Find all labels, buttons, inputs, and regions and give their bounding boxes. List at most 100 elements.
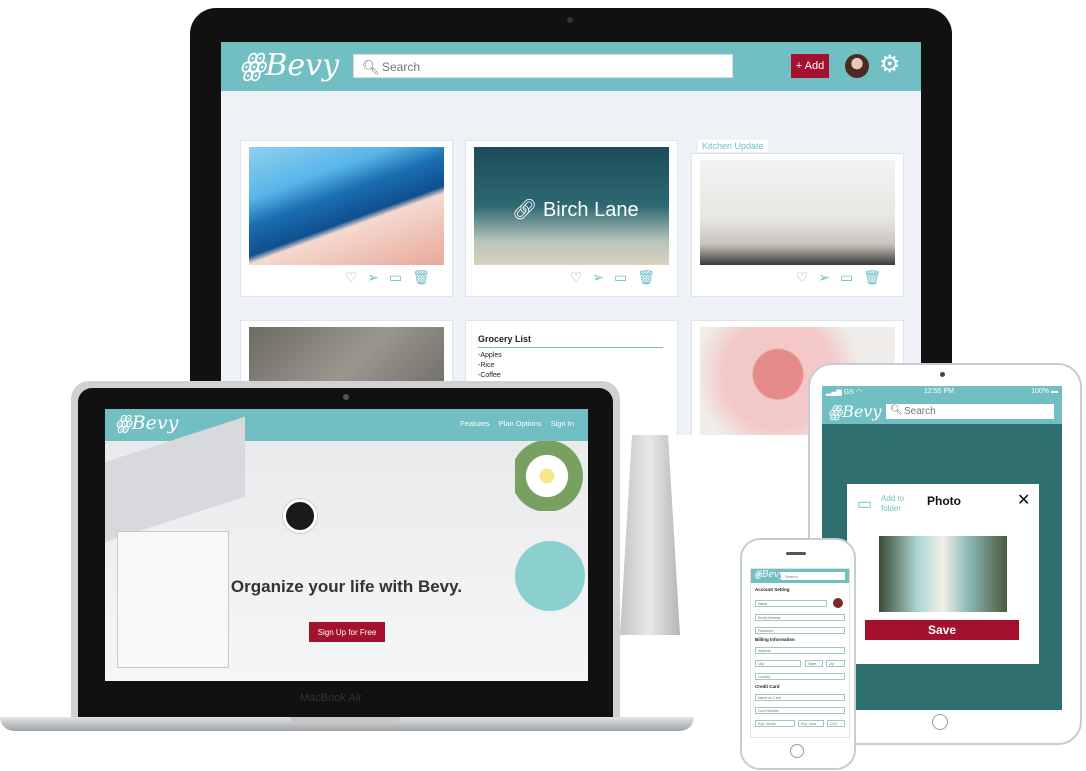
iphone-home-button[interactable] <box>790 744 804 758</box>
folder-icon[interactable]: ▭ <box>389 269 412 285</box>
nav-plan-options[interactable]: Plan Options <box>499 419 542 428</box>
search-input[interactable] <box>785 572 843 580</box>
hero-coffee-decor <box>283 499 317 533</box>
add-folder-icon[interactable]: ▭ <box>857 494 872 514</box>
bevy-logo-icon: ꙮ <box>754 570 762 580</box>
gear-icon[interactable]: ⚙ <box>879 52 901 78</box>
photo-modal: ▭ Add to folder Photo ✕ Save <box>847 484 1039 664</box>
city-field[interactable] <box>755 660 801 667</box>
account-heading: Account Setting <box>755 587 790 592</box>
status-bar: ▂▄▆ GS ◠ 12:55 PM 100% ▬ <box>822 386 1062 398</box>
macbook-notch <box>290 717 400 723</box>
address-field[interactable] <box>755 647 845 654</box>
hero-notebook-decor <box>117 531 229 668</box>
save-button[interactable]: Save <box>865 620 1019 640</box>
card-photo <box>700 160 895 265</box>
card-photo: 🔗︎ Birch Lane <box>474 147 669 265</box>
device-brand-label: MacBook Air <box>300 692 362 704</box>
imac-app-header: ꙮBevy 🔍︎ + Add ⚙ <box>221 42 921 91</box>
modal-title: Photo <box>927 494 961 508</box>
card-title: 🔗︎ Birch Lane <box>512 199 639 221</box>
hero-image: Organize your life with Bevy. Sign Up fo… <box>105 416 588 681</box>
modal-photo <box>879 536 1007 612</box>
billing-heading: Billing Information <box>755 637 795 642</box>
card-actions: ♡➢▭🗑︎ <box>796 269 891 286</box>
send-icon[interactable]: ➢ <box>367 269 389 285</box>
email-field[interactable] <box>755 614 845 621</box>
grocery-title: Grocery List <box>478 334 532 344</box>
bevy-logo-icon: ꙮ <box>828 402 843 421</box>
exp-month-field[interactable] <box>755 720 795 727</box>
bevy-logo[interactable]: ꙮBevy <box>115 412 178 434</box>
exp-year-field[interactable] <box>798 720 824 727</box>
name-on-card-field[interactable] <box>755 694 845 701</box>
zip-field[interactable] <box>826 660 845 667</box>
avatar[interactable] <box>833 598 843 608</box>
close-icon[interactable]: ✕ <box>1017 490 1030 510</box>
hero-teapot-decor <box>515 541 585 611</box>
bevy-logo[interactable]: ꙮBevy <box>239 48 339 83</box>
card-kitchen[interactable]: ♡➢▭🗑︎ <box>691 153 904 297</box>
hero-headline: Organize your life with Bevy. <box>230 577 463 596</box>
iphone-speaker <box>786 552 806 555</box>
add-button[interactable]: + Add <box>791 54 829 78</box>
bevy-logo[interactable]: ꙮBevy <box>828 402 881 421</box>
search-icon: 🔍︎ <box>362 59 380 75</box>
ipad-app-header: ꙮBevy 🔍︎ <box>822 398 1062 424</box>
battery-label: 100% ▬ <box>1031 388 1058 395</box>
card-santorini[interactable]: ♡➢▭🗑︎ <box>240 140 453 297</box>
search-icon: 🔍︎ <box>890 405 903 416</box>
add-to-folder-label[interactable]: Add to folder <box>881 494 909 514</box>
ccv-field[interactable] <box>827 720 845 727</box>
card-number-field[interactable] <box>755 707 845 714</box>
card-actions: ♡➢▭🗑︎ <box>345 269 440 286</box>
folder-icon[interactable]: ▭ <box>614 269 637 285</box>
heart-icon[interactable]: ♡ <box>796 269 819 285</box>
send-icon[interactable]: ➢ <box>818 269 840 285</box>
signal-icon: ▂▄▆ <box>826 389 842 396</box>
hero-flowers-decor <box>515 441 588 511</box>
search-box <box>781 572 845 580</box>
status-time: 12:55 PM <box>924 388 954 395</box>
avatar[interactable] <box>845 54 869 78</box>
name-field[interactable] <box>755 600 827 607</box>
search-box: 🔍︎ <box>886 404 1054 419</box>
card-folder-label[interactable]: Kitchen Update <box>698 140 768 152</box>
trash-icon[interactable]: 🗑︎ <box>863 269 891 285</box>
landing-header: ꙮBevy Features Plan Options Sign In <box>105 409 588 441</box>
heart-icon[interactable]: ♡ <box>345 269 368 285</box>
link-icon: 🔗︎ <box>512 199 538 221</box>
card-birch-lane[interactable]: 🔗︎ Birch Lane ♡➢▭🗑︎ <box>465 140 678 297</box>
carrier-label: ▂▄▆ GS ◠ <box>826 389 862 396</box>
trash-icon[interactable]: 🗑︎ <box>637 269 665 285</box>
iphone-screen: ꙮBevy Account Setting Billing Informatio… <box>750 568 850 738</box>
state-field[interactable] <box>805 660 823 667</box>
send-icon[interactable]: ➢ <box>592 269 614 285</box>
credit-card-heading: Credit Card <box>755 684 780 689</box>
heart-icon[interactable]: ♡ <box>570 269 593 285</box>
battery-icon: ▬ <box>1051 388 1058 395</box>
card-actions: ♡➢▭🗑︎ <box>570 269 665 286</box>
nav-features[interactable]: Features <box>460 419 490 428</box>
nav-sign-in[interactable]: Sign In <box>551 419 574 428</box>
iphone-app-header: ꙮBevy <box>751 569 849 583</box>
macbook-screen: ꙮBevy Features Plan Options Sign In Organi… <box>105 409 588 681</box>
bevy-logo-icon: ꙮ <box>115 412 132 434</box>
card-photo <box>249 147 444 265</box>
country-field[interactable] <box>755 673 845 680</box>
password-field[interactable] <box>755 627 845 634</box>
bevy-logo[interactable]: ꙮBevy <box>754 570 784 580</box>
sign-up-button[interactable]: Sign Up for Free <box>309 622 385 642</box>
macbook-camera <box>343 394 349 400</box>
imac-camera <box>567 17 573 23</box>
list-item: -Rice <box>478 362 495 369</box>
search-input[interactable] <box>380 57 724 77</box>
search-input[interactable] <box>904 404 1049 419</box>
folder-icon[interactable]: ▭ <box>840 269 863 285</box>
trash-icon[interactable]: 🗑︎ <box>412 269 440 285</box>
bevy-logo-text: Bevy <box>265 48 340 83</box>
ipad-home-button[interactable] <box>932 714 948 730</box>
ipad-screen: ▂▄▆ GS ◠ 12:55 PM 100% ▬ ꙮBevy 🔍︎ ▭ Add … <box>822 386 1062 710</box>
ipad-camera <box>940 372 945 377</box>
list-item: -Apples <box>478 352 502 359</box>
